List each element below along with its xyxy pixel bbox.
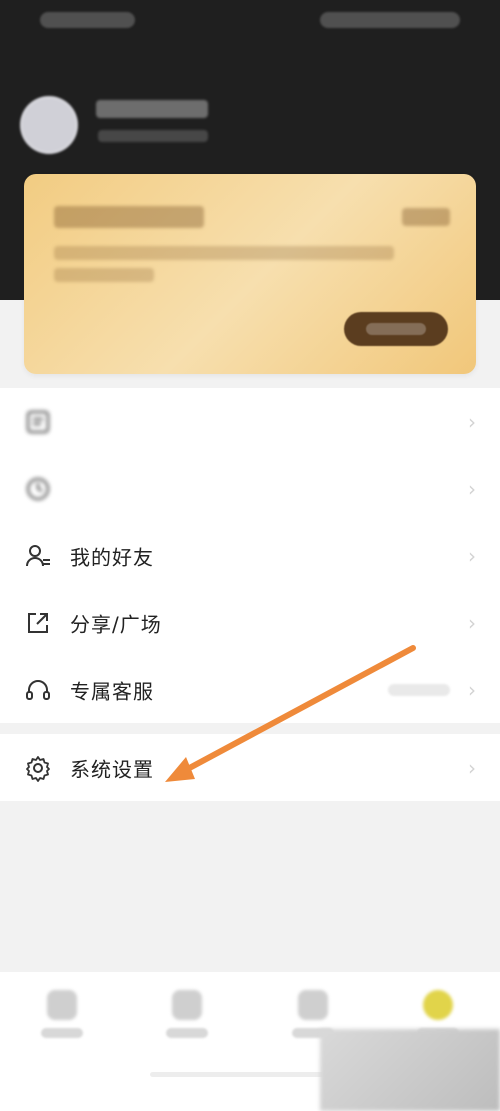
menu-item-label: 分享/广场 — [70, 612, 162, 636]
nickname-blurred[interactable] — [96, 100, 208, 118]
vip-open-button[interactable] — [344, 312, 448, 346]
headset-icon — [26, 679, 50, 700]
menu-item-recent[interactable]: › — [0, 455, 500, 522]
vip-title-blurred — [54, 206, 204, 228]
menu-item-record[interactable]: › — [0, 388, 500, 455]
chevron-right-icon: › — [468, 409, 476, 434]
vip-desc-blurred — [54, 246, 394, 260]
tab-icon — [172, 990, 202, 1020]
user-id-blurred — [98, 130, 208, 142]
gear-icon — [26, 755, 50, 782]
menu-item-label: 系统设置 — [70, 757, 154, 781]
settings-section: 系统设置 › — [0, 734, 500, 801]
share-icon — [28, 612, 48, 633]
tab-1[interactable] — [34, 990, 90, 1038]
status-left — [40, 12, 135, 28]
chevron-right-icon: › — [468, 476, 476, 501]
status-right — [320, 12, 460, 28]
chevron-right-icon: › — [468, 543, 476, 568]
tab-icon-active — [423, 990, 453, 1020]
status-bar — [40, 12, 460, 28]
record-icon — [27, 410, 49, 433]
tab-label-blurred — [41, 1028, 83, 1038]
menu-list: › › 我的好友 › 分享/广场 › 专属客服 › — [0, 388, 500, 723]
menu-item-label: 专属客服 — [70, 679, 154, 703]
chevron-right-icon: › — [468, 610, 476, 635]
avatar[interactable] — [20, 96, 78, 154]
watermark-blurred — [320, 1029, 500, 1111]
friends-icon — [26, 544, 50, 566]
chevron-right-icon: › — [468, 755, 476, 780]
tab-2[interactable] — [159, 990, 215, 1038]
menu-item-share[interactable]: 分享/广场 › — [0, 589, 500, 656]
tab-icon — [47, 990, 77, 1020]
vip-card[interactable] — [24, 174, 476, 374]
vip-desc2-blurred — [54, 268, 154, 282]
vip-price-blurred — [402, 208, 450, 226]
service-hours-blurred — [388, 683, 450, 696]
chevron-right-icon: › — [468, 677, 476, 702]
clock-icon — [27, 477, 49, 500]
menu-item-service[interactable]: 专属客服 › — [0, 656, 500, 723]
menu-item-settings[interactable]: 系统设置 › — [0, 734, 500, 801]
tab-label-blurred — [166, 1028, 208, 1038]
tab-icon — [298, 990, 328, 1020]
menu-item-friends[interactable]: 我的好友 › — [0, 522, 500, 589]
menu-item-label: 我的好友 — [70, 545, 154, 569]
